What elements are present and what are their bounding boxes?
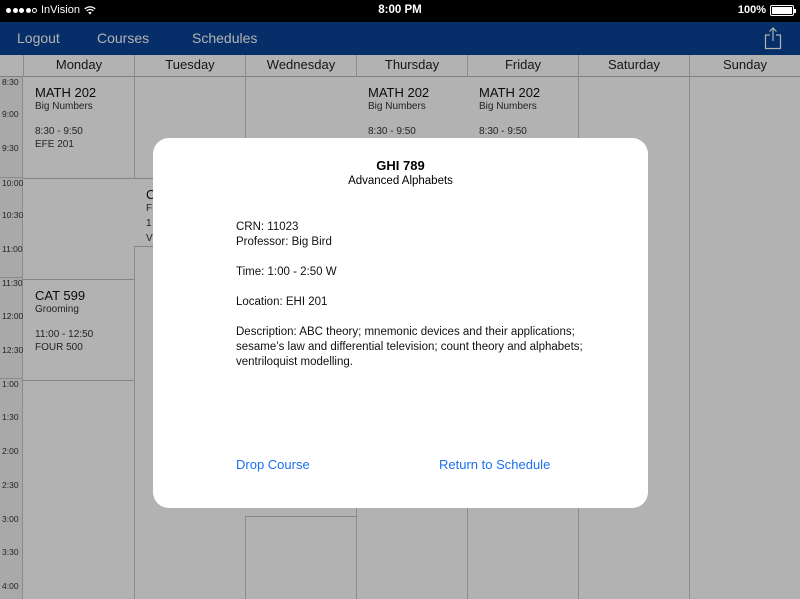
modal-time: Time: 1:00 - 2:50 W <box>236 266 337 278</box>
battery-icon <box>770 4 796 16</box>
modal-crn: CRN: 11023 <box>236 221 299 233</box>
modal-body: CRN: 11023 Professor: Big Bird Time: 1:0… <box>236 220 596 370</box>
battery-percent: 100% <box>737 4 766 16</box>
course-detail-modal: GHI 789 Advanced Alphabets CRN: 11023 Pr… <box>153 138 648 508</box>
return-to-schedule-button[interactable]: Return to Schedule <box>439 457 550 472</box>
status-time: 8:00 PM <box>378 4 422 16</box>
modal-location: Location: EHI 201 <box>236 296 328 308</box>
status-right: 100% <box>737 4 796 16</box>
modal-description: Description: ABC theory; mnemonic device… <box>236 326 583 368</box>
modal-course-code: GHI 789 <box>376 158 425 173</box>
drop-course-button[interactable]: Drop Course <box>236 457 310 472</box>
modal-professor: Professor: Big Bird <box>236 236 332 248</box>
status-bar: InVision 8:00 PM 100% <box>0 0 800 22</box>
modal-course-title: Advanced Alphabets <box>348 175 453 187</box>
